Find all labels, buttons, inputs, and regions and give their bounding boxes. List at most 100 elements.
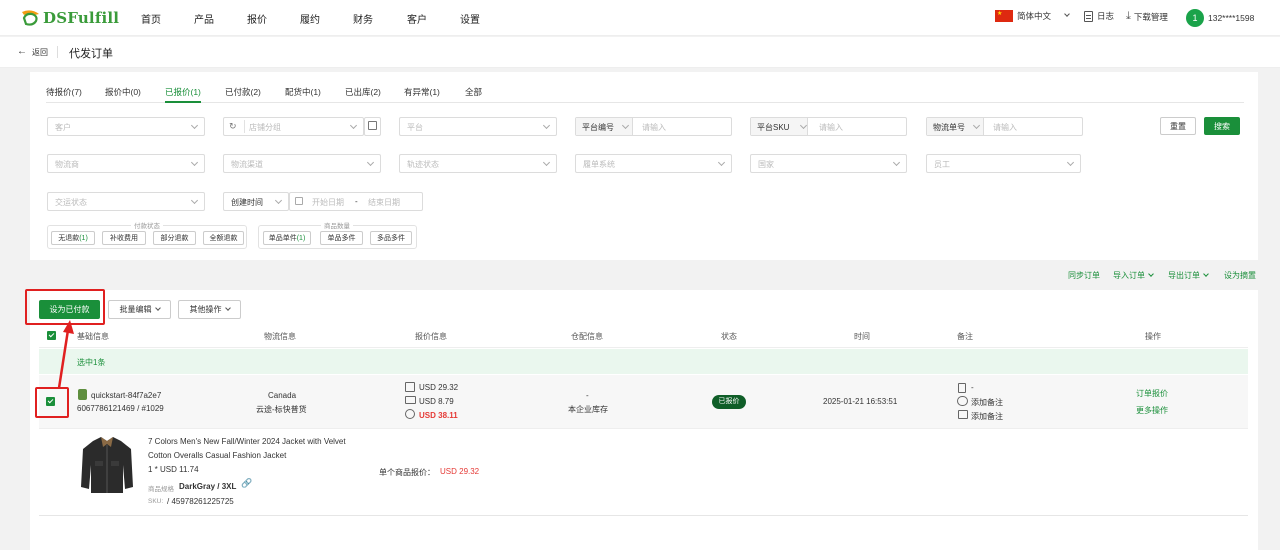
add-remark-link[interactable]: 添加备注: [971, 397, 1003, 408]
unit-quote-value: USD 29.32: [440, 467, 480, 476]
edit-group-button[interactable]: [364, 117, 381, 136]
batch-edit-button[interactable]: 批量编辑: [108, 300, 171, 319]
reset-button[interactable]: 重置: [1160, 117, 1196, 135]
tab-exception[interactable]: 有异常(1): [404, 86, 440, 98]
top-nav: DSFulfill 首页 产品 报价 履约 财务 客户 设置 ★ 简体中文 日志…: [0, 0, 1280, 36]
export-orders-link[interactable]: 导出订单: [1168, 270, 1209, 281]
deal-status-select[interactable]: 交运状态: [47, 192, 205, 211]
back-link[interactable]: 返回: [32, 47, 48, 58]
add-remark-link-2[interactable]: 添加备注: [971, 411, 1003, 422]
home-icon: [958, 410, 968, 419]
logo-text: DSFulfill: [43, 9, 120, 27]
chip-single-item[interactable]: 单品单件(1): [263, 231, 311, 245]
refresh-icon[interactable]: ↻: [229, 121, 237, 132]
staff-select[interactable]: 员工: [926, 154, 1081, 173]
product-qty-price: 1 * USD 11.74: [148, 465, 199, 474]
date-range-picker[interactable]: 开始日期 - 结束日期: [289, 192, 423, 211]
tab-pending-quote[interactable]: 待报价(7): [46, 86, 82, 98]
row-channel: 云途-标快普货: [256, 405, 307, 414]
fulfill-system-select[interactable]: 履单系统: [575, 154, 732, 173]
right-gutter: [1258, 72, 1280, 550]
menu-home[interactable]: 首页: [141, 11, 161, 26]
menu-customers[interactable]: 客户: [407, 11, 427, 26]
col-remark: 备注: [957, 332, 973, 341]
more-actions-link[interactable]: 更多操作: [1136, 405, 1168, 416]
page-title: 代发订单: [69, 48, 113, 60]
truck-icon: [405, 396, 416, 404]
selection-banner: 选中1条: [39, 349, 1248, 374]
link-icon[interactable]: 🔗: [241, 478, 252, 489]
menu-settings[interactable]: 设置: [460, 11, 480, 26]
tab-all[interactable]: 全部: [465, 86, 482, 98]
header-divider: [39, 347, 1248, 348]
spec-value: DarkGray / 3XL: [179, 482, 237, 491]
group-title: 商品数量: [321, 220, 353, 230]
tab-paid[interactable]: 已付款(2): [225, 86, 261, 98]
user-menu[interactable]: 1 132****1598: [1186, 9, 1254, 27]
tab-allocating[interactable]: 配货中(1): [285, 86, 321, 98]
tab-quoted[interactable]: 已报价(1): [165, 86, 201, 98]
shopify-icon: [78, 389, 87, 400]
language-switch[interactable]: ★ 简体中文: [995, 10, 1070, 22]
col-time: 时间: [854, 332, 870, 341]
other-ops-button[interactable]: 其他操作: [178, 300, 241, 319]
order-quote-link[interactable]: 订单报价: [1136, 388, 1168, 399]
sku-value: / 45978261225725: [167, 497, 234, 506]
country-select[interactable]: 国家: [750, 154, 907, 173]
row-time: 2025-01-21 16:53:51: [823, 397, 898, 406]
chip-single-multi[interactable]: 单品多件: [320, 231, 363, 245]
warehouse-note: 本企业库存: [568, 405, 608, 414]
customer-select[interactable]: 客户: [47, 117, 205, 136]
document-icon: [1084, 10, 1093, 22]
shipping-price: USD 8.79: [419, 397, 454, 406]
table-row: [39, 375, 1248, 429]
chip-no-refund[interactable]: 无退款(1): [51, 231, 95, 245]
section-gap: [30, 260, 1258, 268]
log-link[interactable]: 日志: [1084, 10, 1114, 22]
menu-quotes[interactable]: 报价: [247, 11, 267, 26]
set-summary-link[interactable]: 设为摘置: [1224, 270, 1256, 281]
row-divider: [39, 515, 1248, 516]
china-flag-icon: ★: [995, 10, 1013, 22]
tabs-divider: [46, 102, 1244, 103]
row-country: Canada: [268, 391, 297, 400]
user-name: 132****1598: [1208, 13, 1255, 23]
tab-shipped[interactable]: 已出库(2): [345, 86, 381, 98]
chip-partial-refund[interactable]: 部分退款: [153, 231, 196, 245]
time-type-select[interactable]: 创建时间: [223, 192, 289, 211]
menu-products[interactable]: 产品: [194, 11, 214, 26]
search-button[interactable]: 搜索: [1204, 117, 1240, 135]
logo[interactable]: DSFulfill: [20, 8, 119, 28]
back-arrow-icon[interactable]: ←: [17, 46, 27, 57]
order-number: 6067786121469 / #1029: [77, 404, 164, 413]
platform-sku-field[interactable]: 平台SKU 请输入: [750, 117, 907, 136]
col-quote: 报价信息: [415, 332, 447, 341]
download-label: 下载管理: [1133, 11, 1168, 22]
active-tab-indicator: [165, 101, 201, 103]
log-label: 日志: [1097, 11, 1115, 21]
product-image: [79, 435, 135, 497]
chip-full-refund[interactable]: 全额退款: [203, 231, 244, 245]
download-manager-link[interactable]: ⤓ 下载管理: [1126, 10, 1168, 23]
menu-finance[interactable]: 财务: [353, 11, 373, 26]
back-bar: ← 返回 代发订单: [0, 37, 1280, 68]
sync-orders-link[interactable]: 同步订单: [1068, 270, 1100, 281]
store-group-select[interactable]: ↻ 店铺分组: [223, 117, 364, 136]
tracking-no-field[interactable]: 物流单号 请输入: [926, 117, 1083, 136]
product-title-line2: Cotton Overalls Casual Fashion Jacket: [148, 451, 287, 460]
divider: [0, 68, 1280, 72]
select-all-checkbox[interactable]: [47, 331, 56, 340]
import-orders-link[interactable]: 导入订单: [1113, 270, 1154, 281]
col-basic-info: 基础信息: [77, 332, 109, 341]
menu-fulfillment[interactable]: 履约: [300, 11, 320, 26]
warehouse-value: -: [586, 391, 589, 400]
platform-select[interactable]: 平台: [399, 117, 557, 136]
platform-no-field[interactable]: 平台编号 请输入: [575, 117, 732, 136]
tab-quoting[interactable]: 报价中(0): [105, 86, 141, 98]
chip-extra-charge[interactable]: 补收费用: [102, 231, 146, 245]
track-status-select[interactable]: 轨迹状态: [399, 154, 557, 173]
chip-multi-multi[interactable]: 多品多件: [370, 231, 412, 245]
channel-select[interactable]: 物流渠道: [223, 154, 381, 173]
carrier-select[interactable]: 物流商: [47, 154, 205, 173]
col-actions: 操作: [1145, 332, 1161, 341]
